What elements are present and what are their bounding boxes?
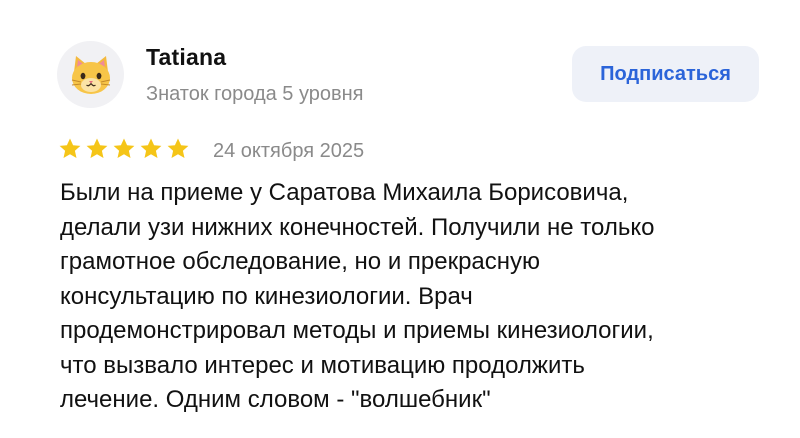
review-card: Tatiana Знаток города 5 уровня Подписать… xyxy=(0,0,800,438)
author-level: Знаток города 5 уровня xyxy=(146,83,364,105)
subscribe-button[interactable]: Подписаться xyxy=(572,46,759,102)
star-icon xyxy=(140,138,162,158)
review-text-line: продемонстрировал методы и приемы кинези… xyxy=(60,317,654,344)
avatar[interactable] xyxy=(57,41,124,108)
author-name[interactable]: Tatiana xyxy=(146,44,226,71)
review-text-line: делали узи нижних конечностей. Получили … xyxy=(60,213,655,241)
review-date: 24 октября 2025 xyxy=(213,140,365,162)
review-text: Были на приеме у Саратова Михаила Борисо… xyxy=(60,176,780,418)
review-text-line: что вызвало интерес и мотивацию продолжи… xyxy=(60,351,585,379)
star-icon xyxy=(113,138,135,158)
star-icon xyxy=(167,138,189,158)
star-rating xyxy=(58,137,190,163)
star-icon xyxy=(59,138,81,158)
review-text-line: лечение. Одним словом - "волшебник" xyxy=(60,386,491,413)
review-text-line: Были на приеме у Саратова Михаила Борисо… xyxy=(60,179,629,206)
review-text-line: консультацию по кинезиологии. Врач xyxy=(60,282,473,310)
star-icon xyxy=(86,138,108,158)
cat-face-icon xyxy=(71,55,110,94)
review-text-line: грамотное обследование, но и прекрасную xyxy=(60,248,541,275)
